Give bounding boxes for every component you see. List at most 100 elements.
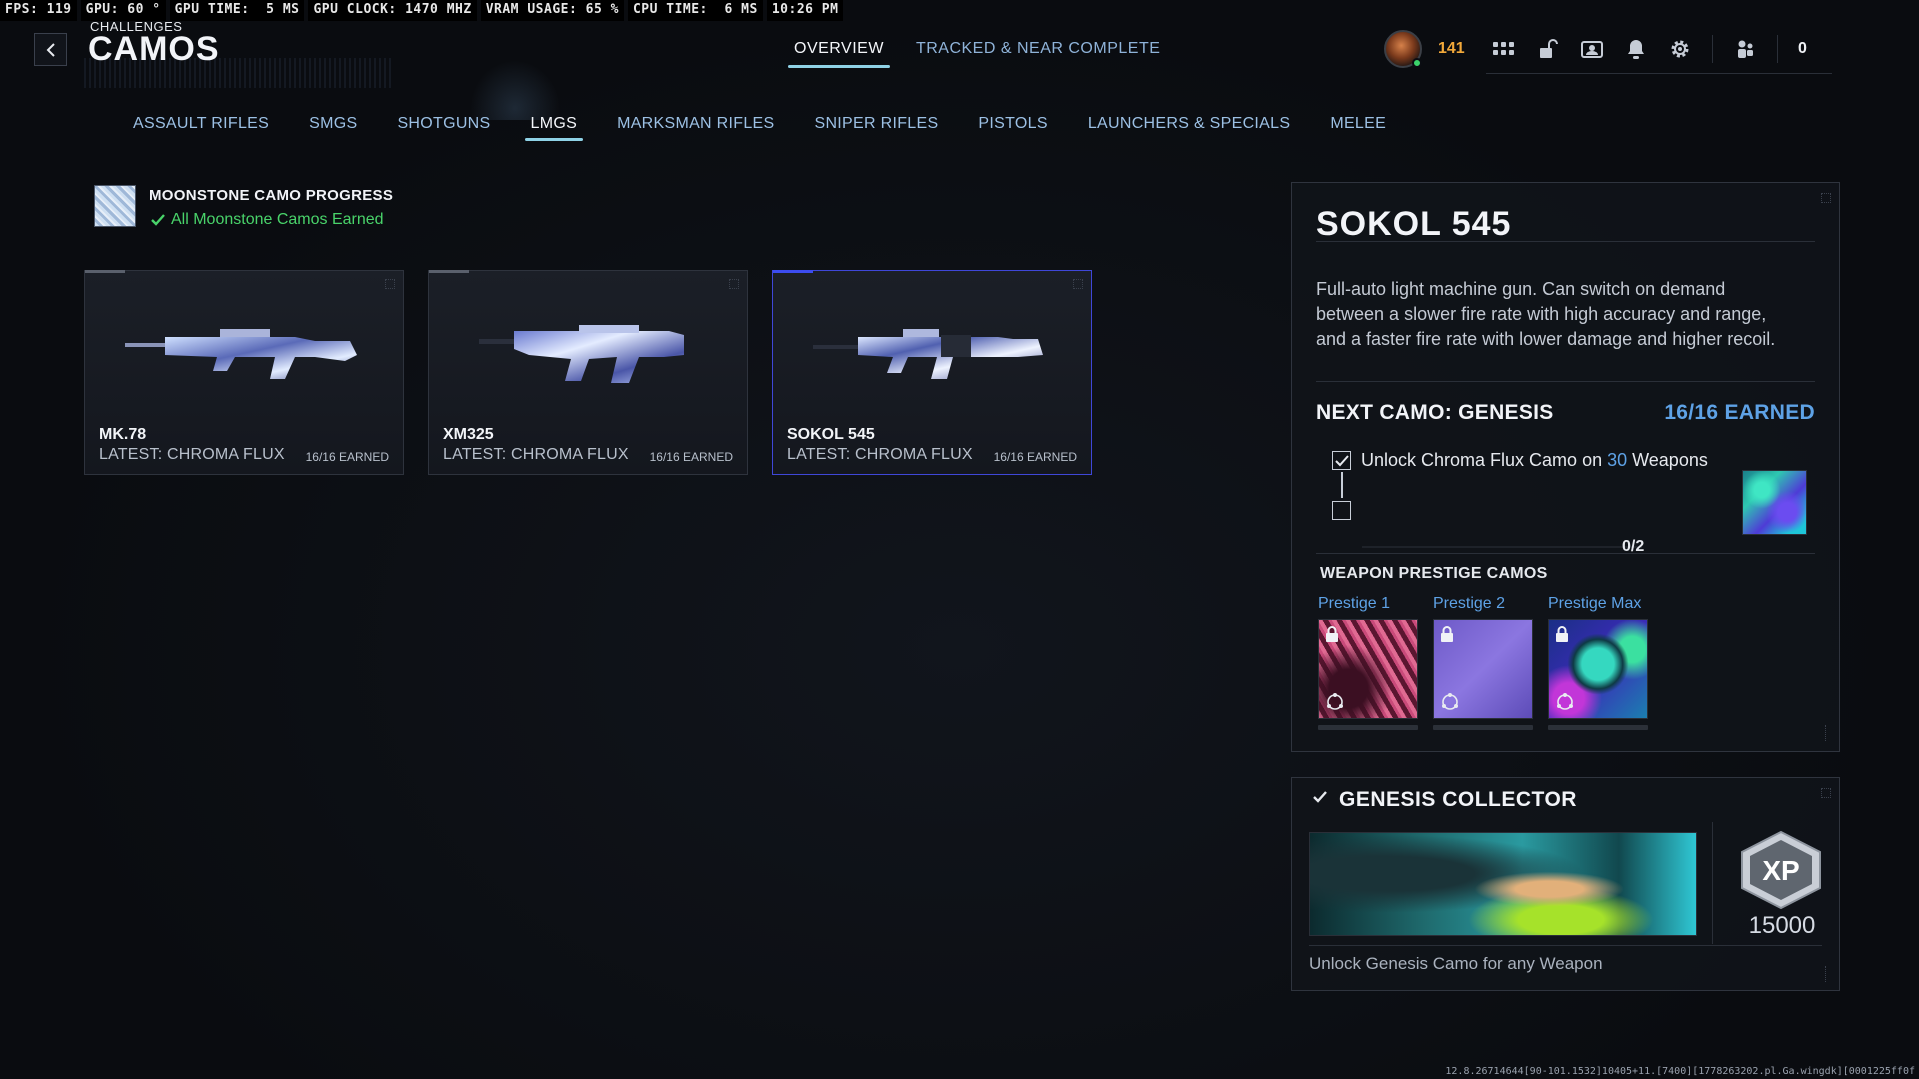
prestige-camo-thumbnail (1318, 619, 1418, 719)
chroma-flux-camo-thumbnail (1742, 470, 1807, 535)
next-camo-title: NEXT CAMO: GENESIS (1316, 401, 1554, 424)
lock-icon (1556, 626, 1568, 642)
weapon-latest-camo: LATEST: CHROMA FLUX (99, 446, 285, 463)
hud-icon-bar: 0 (1492, 35, 1807, 63)
card-accent-bar (429, 270, 469, 273)
tab-shotguns[interactable]: SHOTGUNS (397, 115, 490, 141)
genesis-collector-card[interactable]: GENESIS COLLECTOR XP 15000 Unlock Genesi… (1291, 777, 1840, 991)
party-icon[interactable] (1733, 37, 1757, 61)
collector-title: GENESIS COLLECTOR (1339, 788, 1577, 811)
prestige-camo-1[interactable]: Prestige 1 (1318, 595, 1418, 730)
player-avatar[interactable] (1384, 30, 1422, 68)
requirement-checkbox-checked (1332, 451, 1351, 470)
tab-melee[interactable]: MELEE (1330, 115, 1386, 141)
collector-description: Unlock Genesis Camo for any Weapon (1309, 954, 1603, 973)
clock-readout: 10:26 PM (766, 0, 844, 21)
prestige-progress-bar (1318, 725, 1418, 730)
tab-sniper-rifles[interactable]: SNIPER RIFLES (814, 115, 938, 141)
panel-corner-decoration (1821, 788, 1831, 798)
lock-icon (1441, 626, 1453, 642)
card-accent-bar (773, 270, 813, 273)
checkmark-icon (1313, 791, 1327, 803)
prestige-emblem-icon (1327, 693, 1343, 710)
prestige-camo-2[interactable]: Prestige 2 (1433, 595, 1533, 730)
panel-corner-decoration (1821, 193, 1831, 203)
prestige-progress-bar (1433, 725, 1533, 730)
prestige-camo-thumbnail (1433, 619, 1533, 719)
panel-scroll-decoration (1825, 725, 1829, 741)
hud-right: 141 0 (1380, 28, 1832, 76)
weapon-category-tabs: ASSAULT RIFLES SMGS SHOTGUNS LMGS MARKSM… (133, 115, 1386, 141)
hud-divider (1712, 35, 1713, 63)
lmg-weapon-image (813, 329, 1043, 379)
moonstone-status-text: All Moonstone Camos Earned (171, 211, 384, 228)
weapon-card-mk78[interactable]: MK.78 LATEST: CHROMA FLUX 16/16 EARNED (84, 270, 404, 475)
apps-grid-icon[interactable] (1492, 37, 1516, 61)
weapon-name: XM325 (443, 426, 494, 443)
requirement-checkbox-empty (1332, 501, 1351, 520)
requirement-text: Unlock Chroma Flux Camo on 30 Weapons (1361, 450, 1708, 471)
gpu-time-readout: GPU TIME: 5 MS (169, 0, 305, 21)
card-accent-bar (85, 270, 125, 273)
prestige-label: Prestige 2 (1433, 595, 1506, 612)
requirement-suffix: Weapons (1627, 450, 1708, 470)
tab-tracked-near-complete[interactable]: TRACKED & NEAR COMPLETE (916, 40, 1160, 68)
tab-assault-rifles[interactable]: ASSAULT RIFLES (133, 115, 269, 141)
next-camo-earned: 16/16 EARNED (1664, 401, 1815, 424)
tab-pistols[interactable]: PISTOLS (978, 115, 1047, 141)
card-corner-decoration (1073, 279, 1083, 289)
prestige-emblem-icon (1442, 693, 1458, 710)
prestige-camo-max[interactable]: Prestige Max (1548, 595, 1648, 730)
checkmark-icon (151, 214, 165, 226)
prestige-label: Prestige Max (1548, 595, 1642, 612)
tab-marksman-rifles[interactable]: MARKSMAN RIFLES (617, 115, 774, 141)
online-status-dot (1412, 58, 1422, 68)
divider (1316, 241, 1815, 242)
weapon-name: MK.78 (99, 426, 147, 443)
prestige-camos-title: WEAPON PRESTIGE CAMOS (1320, 565, 1548, 582)
detail-weapon-title: SOKOL 545 (1316, 205, 1512, 243)
collector-reward-banner (1309, 832, 1697, 936)
tab-launchers-specials[interactable]: LAUNCHERS & SPECIALS (1088, 115, 1291, 141)
weapon-card-sokol-545[interactable]: SOKOL 545 LATEST: CHROMA FLUX 16/16 EARN… (772, 270, 1092, 475)
divider (1316, 553, 1815, 554)
notifications-bell-icon[interactable] (1624, 37, 1648, 61)
weapon-card-xm325[interactable]: XM325 LATEST: CHROMA FLUX 16/16 EARNED (428, 270, 748, 475)
barracks-icon[interactable] (1580, 37, 1604, 61)
chevron-left-icon (46, 42, 55, 57)
moonstone-progress-title: MOONSTONE CAMO PROGRESS (149, 187, 394, 204)
hud-divider (1777, 35, 1778, 63)
weapon-name: SOKOL 545 (787, 426, 875, 443)
vram-readout: VRAM USAGE: 65 % (480, 0, 624, 21)
tab-lmgs[interactable]: LMGS (524, 115, 583, 141)
active-tab-glow (470, 60, 560, 120)
xp-badge-icon: XP (1741, 830, 1821, 910)
moonstone-camo-thumbnail (94, 185, 136, 227)
weapon-earned-count: 16/16 EARNED (993, 450, 1077, 464)
card-corner-decoration (385, 279, 395, 289)
panel-scroll-decoration (1825, 966, 1829, 982)
build-version-string: 12.8.26714644[90-101.1532]10405+11.[7400… (1445, 1066, 1915, 1077)
weapon-detail-panel: SOKOL 545 Full-auto light machine gun. C… (1291, 182, 1840, 752)
moonstone-status: All Moonstone Camos Earned (151, 211, 384, 229)
xp-reward-amount: 15000 (1748, 912, 1816, 939)
player-level: 141 (1438, 40, 1465, 57)
tab-overview[interactable]: OVERVIEW (788, 40, 890, 68)
lmg-weapon-image (125, 329, 357, 379)
hud-underline (1486, 73, 1832, 74)
cpu-time-readout: CPU TIME: 6 MS (627, 0, 763, 21)
card-corner-decoration (729, 279, 739, 289)
settings-gear-icon[interactable] (1668, 37, 1692, 61)
prestige-camo-thumbnail (1548, 619, 1648, 719)
tab-smgs[interactable]: SMGS (309, 115, 357, 141)
unlock-icon[interactable] (1536, 37, 1560, 61)
page-title: CAMOS (88, 30, 220, 68)
weapon-latest-camo: LATEST: CHROMA FLUX (443, 446, 629, 463)
back-button[interactable] (34, 33, 67, 66)
requirement-count: 30 (1607, 450, 1628, 470)
prestige-emblem-icon (1557, 693, 1573, 710)
party-count: 0 (1798, 40, 1807, 57)
checkmark-icon (1334, 454, 1349, 466)
requirement-prefix: Unlock Chroma Flux Camo on (1361, 450, 1608, 470)
lock-icon (1326, 626, 1338, 642)
